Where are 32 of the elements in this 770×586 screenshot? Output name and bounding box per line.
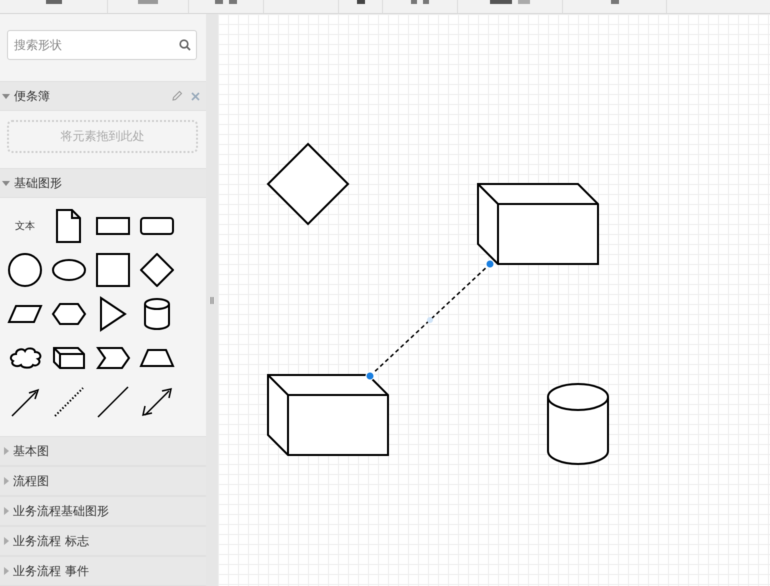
square-shape-icon[interactable] xyxy=(96,253,130,287)
line-icon[interactable] xyxy=(96,385,130,419)
triangle-shape-icon[interactable] xyxy=(99,296,127,332)
section-header[interactable]: 基础图形 xyxy=(0,168,206,198)
search-field[interactable]: 搜索形状 xyxy=(7,30,197,60)
circle-shape-icon[interactable] xyxy=(8,253,42,287)
cube-shape-icon[interactable] xyxy=(52,346,86,370)
cube-shape[interactable] xyxy=(267,374,389,456)
parallelogram-shape-icon[interactable] xyxy=(7,304,43,324)
trapezoid-shape-icon[interactable] xyxy=(139,348,175,368)
section-header[interactable]: 业务流程基础图形 xyxy=(0,496,206,526)
cylinder-shape-icon[interactable] xyxy=(143,297,171,331)
section-header[interactable]: 流程图 xyxy=(0,466,206,496)
dotted-line-icon[interactable] xyxy=(52,385,86,419)
section-header[interactable]: 业务流程 事件 xyxy=(0,556,206,586)
cube-shape[interactable] xyxy=(477,183,599,265)
rounded-rectangle-shape-icon[interactable] xyxy=(139,216,175,236)
cloud-shape-icon[interactable] xyxy=(8,346,42,370)
ellipse-shape-icon[interactable] xyxy=(52,258,86,282)
hexagon-shape-icon[interactable] xyxy=(51,302,87,326)
rectangle-shape-icon[interactable] xyxy=(95,216,131,236)
chevron-step-shape-icon[interactable] xyxy=(96,346,130,370)
text-shape[interactable]: 文本 xyxy=(15,219,35,233)
diamond-shape-icon[interactable] xyxy=(140,253,174,287)
drop-zone: 将元素拖到此处 xyxy=(7,120,198,153)
section-header[interactable]: 基本图 xyxy=(0,436,206,466)
double-arrow-icon[interactable] xyxy=(141,385,173,419)
cylinder-shape[interactable] xyxy=(547,383,609,465)
grip-icon[interactable] xyxy=(210,296,214,304)
search-icon[interactable] xyxy=(179,39,191,51)
section-header[interactable]: 业务流程 标志 xyxy=(0,526,206,556)
diamond-shape[interactable] xyxy=(266,142,350,226)
